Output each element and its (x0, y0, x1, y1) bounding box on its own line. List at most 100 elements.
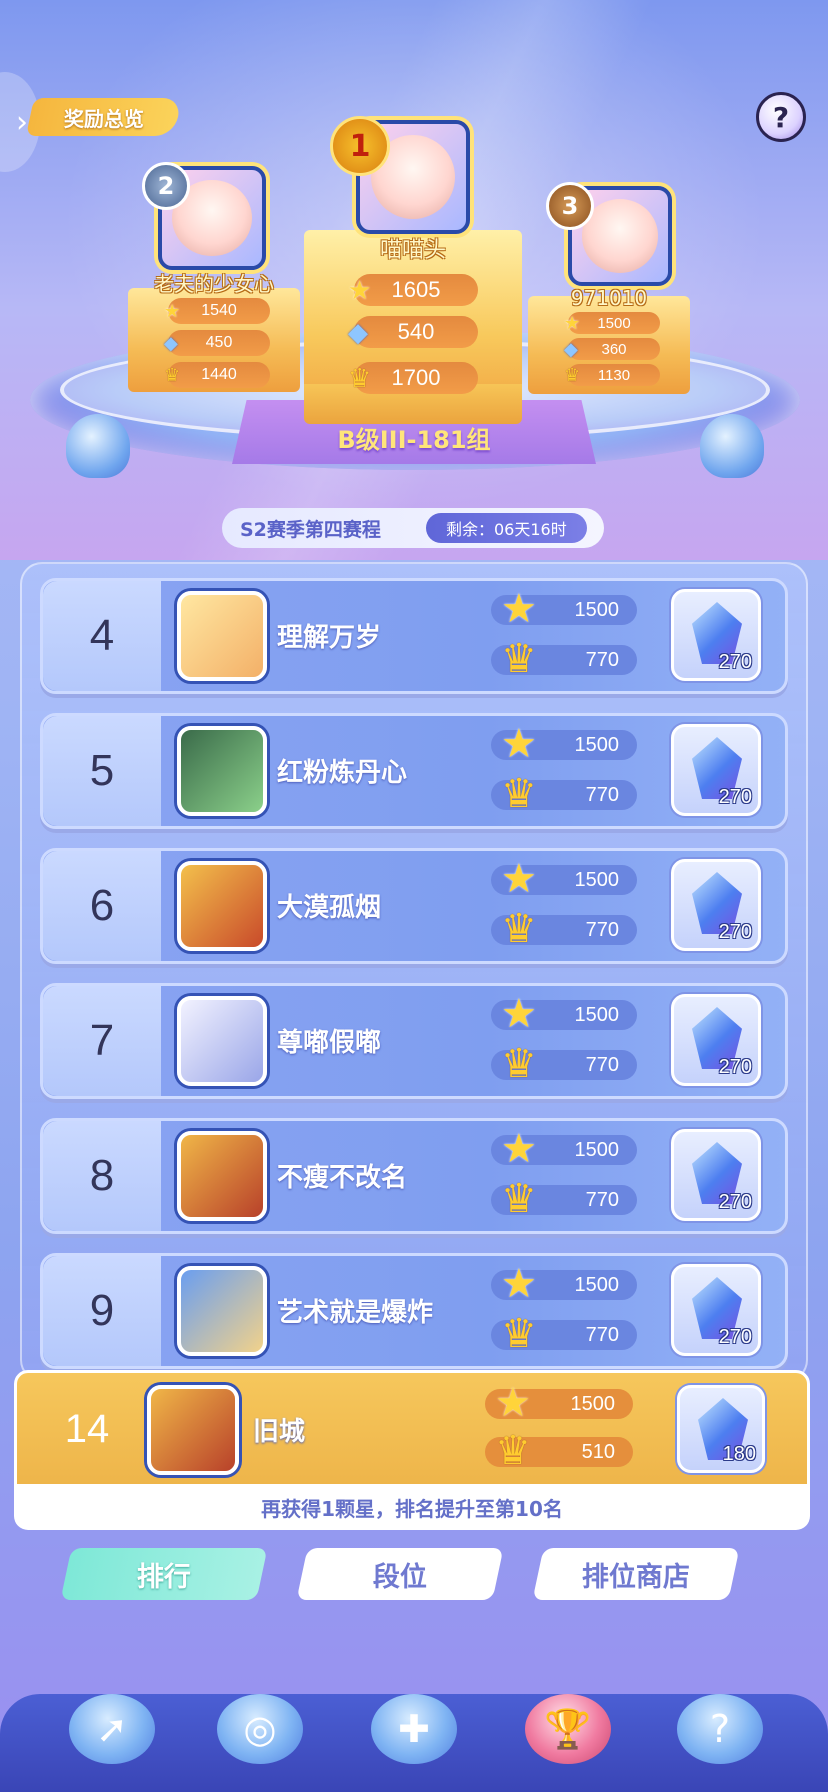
tab-tier[interactable]: 段位 (296, 1548, 504, 1600)
my-name: 旧城 (253, 1417, 306, 1447)
reward-overview-button[interactable]: 奖励总览 (25, 98, 183, 136)
table-row[interactable]: 6 大漠孤烟 ★ 1500 ♛ 770 270 (40, 848, 788, 964)
gem-icon: ◆ (348, 316, 368, 347)
table-row[interactable]: 7 尊嘟假嘟 ★ 1500 ♛ 770 270 (40, 983, 788, 1099)
player-name: 大漠孤烟 (277, 893, 382, 923)
podium-second-name: 老夫的少女心 (154, 272, 274, 296)
my-reward-gem-box[interactable]: 180 (677, 1385, 765, 1473)
crown-icon: ♛ (501, 1177, 537, 1221)
nav-arrow-button[interactable]: ➚ (62, 1684, 162, 1774)
star-icon: ★ (501, 857, 537, 901)
crowns-count: ♛ 770 (491, 637, 637, 681)
spotlight-right (700, 414, 764, 478)
stars-count: ★ 1500 (491, 722, 637, 766)
player-name: 不瘦不改名 (277, 1163, 408, 1193)
my-rank-row[interactable]: 14 旧城 ★ 1500 ♛ 510 180 (14, 1370, 810, 1488)
arrow-icon: ➚ (69, 1694, 155, 1764)
gem-icon: ◆ (164, 332, 178, 353)
stars-count: ★ 1500 (491, 992, 637, 1036)
crown-icon: ♛ (564, 364, 581, 385)
crown-icon: ♛ (348, 362, 372, 393)
podium-third-crowns: ♛ 1130 (564, 364, 660, 386)
star-icon: ★ (501, 722, 537, 766)
spotlight-left (66, 414, 130, 478)
stars-count: ★ 1500 (491, 1262, 637, 1306)
rank-number: 4 (43, 581, 161, 691)
crown-icon: ♛ (501, 637, 537, 681)
crowns-count: ♛ 770 (491, 1177, 637, 1221)
chevron-right-icon: › (16, 104, 28, 140)
star-icon: ★ (564, 312, 581, 333)
tab-shop[interactable]: 排位商店 (532, 1548, 740, 1600)
star-icon: ★ (501, 1262, 537, 1306)
avatar[interactable] (177, 1131, 267, 1221)
rank-medal-third: 3 (546, 182, 594, 230)
podium-second-crowns: ♛ 1440 (164, 362, 270, 388)
trophy-icon: 🏆 (525, 1694, 611, 1764)
crowns-count: ♛ 770 (491, 907, 637, 951)
rank-medal-second: 2 (142, 162, 190, 210)
podium-third-gems: ◆ 360 (564, 338, 660, 360)
player-name: 红粉炼丹心 (277, 758, 408, 788)
reward-gem-box[interactable]: 270 (671, 859, 761, 951)
nav-gamepad-button[interactable]: ◎ (210, 1684, 310, 1774)
gem-icon: ◆ (564, 338, 578, 359)
crown-icon: ♛ (495, 1429, 531, 1473)
podium-first-stars: ★ 1605 (348, 274, 478, 306)
star-icon: ★ (348, 274, 372, 305)
star-icon: ★ (501, 587, 537, 631)
help-button[interactable]: ? (756, 92, 806, 142)
reward-gem-box[interactable]: 270 (671, 1264, 761, 1356)
star-icon: ★ (501, 992, 537, 1036)
rank-number: 5 (43, 716, 161, 826)
avatar[interactable] (177, 726, 267, 816)
puzzle-icon: ✚ (371, 1694, 457, 1764)
player-name: 尊嘟假嘟 (277, 1028, 382, 1058)
gamepad-icon: ◎ (217, 1694, 303, 1764)
reward-gem-box[interactable]: 270 (671, 994, 761, 1086)
reward-gem-box[interactable]: 270 (671, 724, 761, 816)
rank-medal-first: 1 (330, 116, 390, 176)
avatar[interactable] (177, 1266, 267, 1356)
crown-icon: ♛ (164, 364, 181, 385)
avatar[interactable] (177, 861, 267, 951)
table-row[interactable]: 8 不瘦不改名 ★ 1500 ♛ 770 270 (40, 1118, 788, 1234)
claw-machine-icon: ? (677, 1694, 763, 1764)
reward-gem-box[interactable]: 270 (671, 589, 761, 681)
nav-puzzle-button[interactable]: ✚ (364, 1684, 464, 1774)
podium-first-crowns: ♛ 1700 (348, 362, 478, 394)
avatar[interactable] (177, 996, 267, 1086)
my-avatar[interactable] (147, 1385, 239, 1475)
podium-third-stars: ★ 1500 (564, 312, 660, 334)
crown-icon: ♛ (501, 907, 537, 951)
crown-icon: ♛ (501, 772, 537, 816)
star-icon: ★ (501, 1127, 537, 1171)
rank-number: 9 (43, 1256, 161, 1366)
nav-trophy-button[interactable]: 🏆 (518, 1684, 618, 1774)
crown-icon: ♛ (501, 1312, 537, 1356)
tab-rank[interactable]: 排行 (60, 1548, 268, 1600)
crowns-count: ♛ 770 (491, 772, 637, 816)
nav-machine-button[interactable]: ? (670, 1684, 770, 1774)
podium-second-stars: ★ 1540 (164, 298, 270, 324)
season-bar: S2赛季第四赛程 剩余：06天16时 (222, 508, 604, 548)
table-row[interactable]: 5 红粉炼丹心 ★ 1500 ♛ 770 270 (40, 713, 788, 829)
podium-first-gems: ◆ 540 (348, 316, 478, 348)
star-icon: ★ (495, 1381, 531, 1425)
rank-number: 8 (43, 1121, 161, 1231)
reward-gem-box[interactable]: 270 (671, 1129, 761, 1221)
my-stars-count: ★ 1500 (485, 1381, 633, 1425)
table-row[interactable]: 4 理解万岁 ★ 1500 ♛ 770 270 (40, 578, 788, 694)
rank-number: 6 (43, 851, 161, 961)
season-title: S2赛季第四赛程 (240, 518, 381, 541)
table-row[interactable]: 9 艺术就是爆炸 ★ 1500 ♛ 770 270 (40, 1253, 788, 1369)
rank-hint: 再获得1颗星，排名提升至第10名 (14, 1484, 810, 1530)
player-name: 理解万岁 (277, 623, 382, 653)
crowns-count: ♛ 770 (491, 1312, 637, 1356)
stars-count: ★ 1500 (491, 587, 637, 631)
stars-count: ★ 1500 (491, 857, 637, 901)
group-label: B级III-181组 (337, 426, 491, 454)
crowns-count: ♛ 770 (491, 1042, 637, 1086)
podium-first-name: 喵喵头 (379, 238, 446, 263)
avatar[interactable] (177, 591, 267, 681)
